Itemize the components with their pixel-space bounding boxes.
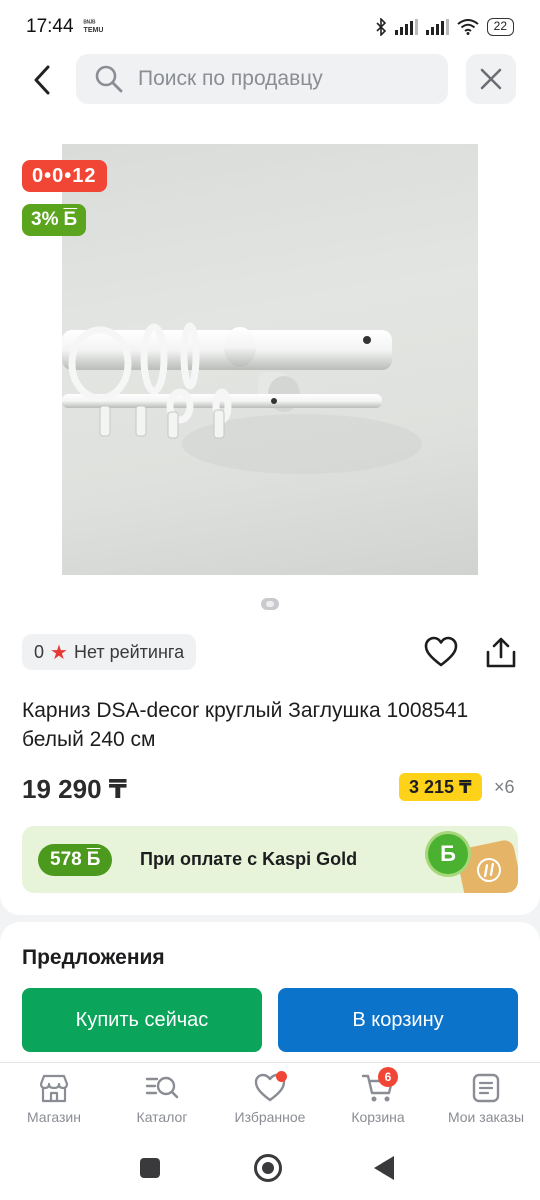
image-pagination-dot <box>261 598 279 610</box>
kaspi-gold-bonus: 578 <box>50 849 82 870</box>
bonus-coin-icon: Б <box>428 834 468 874</box>
nav-label-store: Магазин <box>26 1109 81 1125</box>
buy-now-button[interactable]: Купить сейчас <box>22 988 262 1052</box>
status-app-label-1: ᴮᴺᴶᴮ <box>83 20 96 27</box>
share-button[interactable] <box>484 636 518 670</box>
nav-item-store[interactable]: Магазин <box>0 1063 108 1140</box>
status-icons: 22 <box>375 18 514 36</box>
status-app-label-2: TEMU <box>83 27 104 34</box>
favorite-button[interactable] <box>424 636 458 670</box>
offers-title: Предложения <box>22 946 165 969</box>
status-app-label: ᴮᴺᴶᴮ TEMU <box>84 20 104 34</box>
nav-label-favorites: Избранное <box>234 1109 306 1125</box>
bonus-currency-icon: Б <box>86 849 101 870</box>
search-header: Поиск по продавцу <box>0 54 540 120</box>
system-navigation-bar <box>0 1140 540 1200</box>
nav-label-catalog: Каталог <box>136 1109 188 1125</box>
product-title: Карниз DSA-decor круглый Заглушка 100854… <box>22 699 469 751</box>
nav-item-favorites[interactable]: Избранное <box>216 1063 324 1140</box>
star-icon: ★ <box>50 641 68 664</box>
cart-count-badge: 6 <box>378 1067 398 1087</box>
bonus-currency-icon: Б <box>63 209 78 230</box>
nav-item-catalog[interactable]: Каталог <box>108 1063 216 1140</box>
seller-search-input[interactable]: Поиск по продавцу <box>76 54 448 104</box>
system-back-button[interactable] <box>374 1156 394 1180</box>
chevron-left-icon <box>34 65 50 95</box>
nav-label-orders: Мои заказы <box>447 1109 525 1125</box>
rating-chip[interactable]: 0 ★ Нет рейтинга <box>22 634 197 670</box>
installment-badge[interactable]: 3 215 ₸ <box>399 773 482 801</box>
home-button[interactable] <box>254 1154 282 1182</box>
favorites-indicator-dot <box>276 1071 287 1082</box>
offers-section: Предложения Купить сейчас В корзину <box>0 922 540 1062</box>
search-placeholder: Поиск по продавцу <box>138 67 323 90</box>
nav-item-cart[interactable]: 6 Корзина <box>324 1063 432 1140</box>
search-icon <box>95 65 123 93</box>
bonus-percent-badge: 3% Б <box>22 204 87 236</box>
signal-icon-2 <box>425 19 449 35</box>
back-button[interactable] <box>22 62 62 98</box>
product-image[interactable] <box>62 144 478 575</box>
orders-icon <box>472 1073 500 1103</box>
bottom-navigation: Магазин Каталог Избранное 6 Корзина Мои … <box>0 1062 540 1140</box>
signal-icon <box>394 19 418 35</box>
rating-text: Нет рейтинга <box>73 641 185 662</box>
curtain-rod-illustration <box>62 322 422 474</box>
kaspi-gold-text: При оплате с Kaspi Gold <box>140 849 358 869</box>
recent-apps-button[interactable] <box>140 1158 160 1178</box>
wifi-icon <box>457 19 479 35</box>
battery-indicator: 22 <box>486 18 514 36</box>
close-icon <box>480 68 502 90</box>
catalog-search-icon <box>145 1076 179 1099</box>
close-button[interactable] <box>466 54 516 104</box>
installment-months: ×6 <box>494 777 515 797</box>
heart-icon <box>424 636 458 667</box>
share-icon <box>486 637 516 668</box>
rating-value: 0 <box>34 641 45 662</box>
product-price: 19 290 ₸ <box>22 774 127 804</box>
bluetooth-icon <box>376 18 386 36</box>
sale-timer-badge: 0•0•12 <box>22 160 107 192</box>
nav-label-cart: Корзина <box>351 1109 405 1125</box>
status-time: 17:44 <box>26 16 74 37</box>
nav-item-orders[interactable]: Мои заказы <box>432 1063 540 1140</box>
status-bar: 17:44 ᴮᴺᴶᴮ TEMU 22 <box>0 0 540 54</box>
add-to-cart-button[interactable]: В корзину <box>278 988 518 1052</box>
kaspi-gold-bonus-pill: 578 Б <box>38 844 113 876</box>
store-icon <box>39 1074 69 1103</box>
kaspi-gold-banner[interactable]: 578 Б При оплате с Kaspi Gold Б <box>22 826 518 893</box>
product-card: 0•0•12 3% Б 0 ★ Нет рейтинга Карниз DSA-… <box>0 120 540 915</box>
bonus-percent: 3% <box>31 209 59 230</box>
